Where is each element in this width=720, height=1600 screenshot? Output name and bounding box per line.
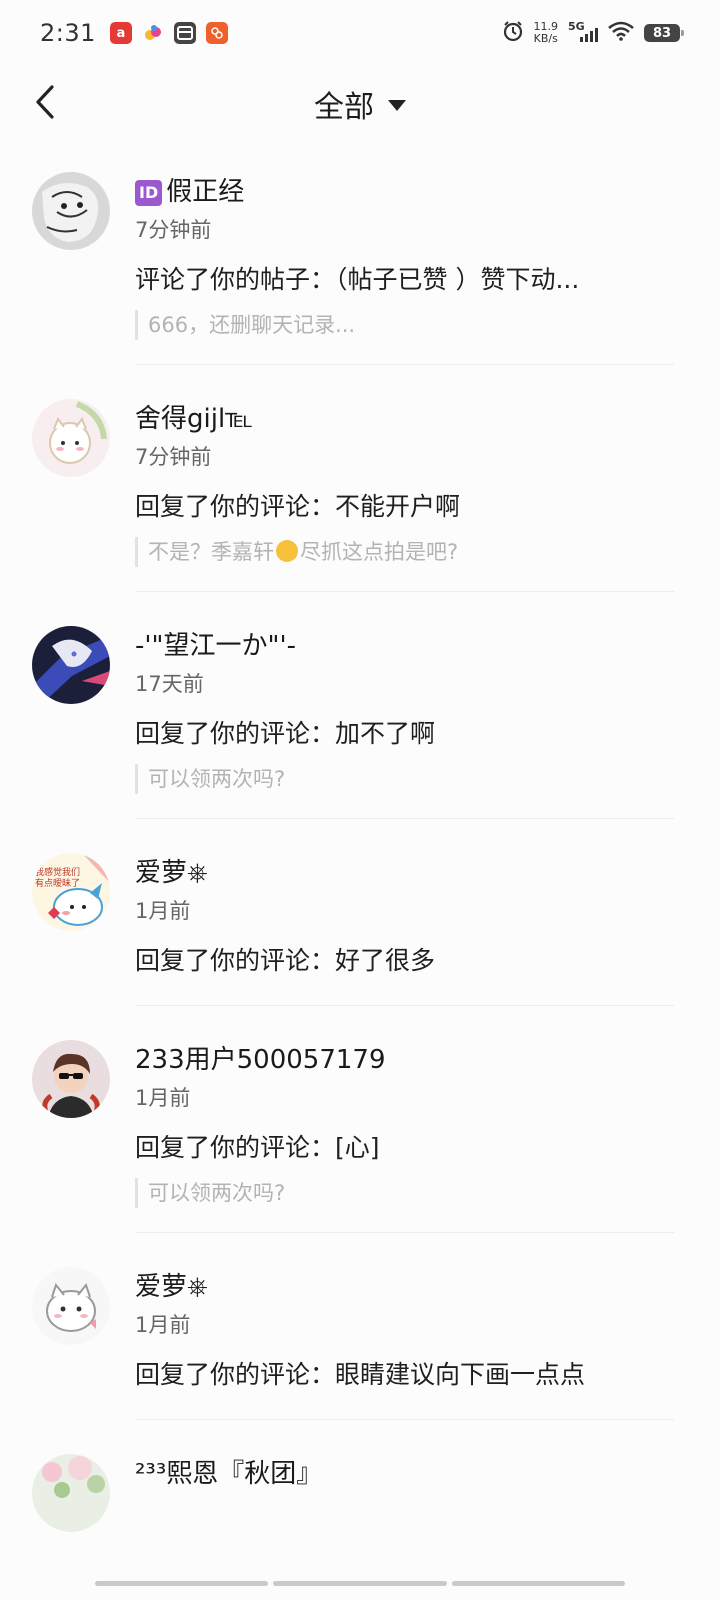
username[interactable]: 舍得gijl℡ xyxy=(135,387,674,439)
battery-indicator: 83 xyxy=(644,24,684,42)
avatar[interactable] xyxy=(32,172,110,250)
quoted-comment[interactable]: 可以领两次吗? xyxy=(135,764,674,794)
username[interactable]: 爱萝⎈ xyxy=(135,841,674,893)
avatar-text: 我感觉我们 xyxy=(35,866,80,878)
quote-text-after: 尽抓这点拍是吧? xyxy=(300,540,459,564)
caret-down-icon xyxy=(388,99,406,111)
notification-content[interactable]: 回复了你的评论：好了很多 xyxy=(135,941,674,981)
alarm-icon xyxy=(502,20,524,46)
app-card-icon xyxy=(173,22,196,44)
status-right: 11.9 KB/s 5G 83 xyxy=(502,20,684,46)
filter-dropdown[interactable]: 全部 xyxy=(0,82,720,126)
svg-text:有点暧昧了: 有点暧昧了 xyxy=(35,877,80,889)
avatar[interactable] xyxy=(32,399,110,477)
quoted-comment[interactable]: 不是？季嘉轩 尽抓这点拍是吧? xyxy=(135,537,674,567)
timestamp: 17天前 xyxy=(135,672,204,696)
net-speed: 11.9 KB/s xyxy=(534,21,559,45)
battery-level: 83 xyxy=(652,25,672,41)
status-time: 2:31 xyxy=(40,19,96,47)
notification-item[interactable]: 我感觉我们 有点暧昧了 爱萝⎈ 1月前 回复了你的评论：好了很多 xyxy=(0,841,720,1006)
username[interactable]: 233用户500057179 xyxy=(135,1028,674,1080)
notification-item[interactable]: 233用户500057179 1月前 回复了你的评论：[心] 可以领两次吗? xyxy=(0,1028,720,1233)
avatar[interactable]: 我感觉我们 有点暧昧了 xyxy=(32,853,110,931)
username[interactable]: 爱萝⎈ xyxy=(135,1255,674,1307)
upside-down-face-emoji-icon xyxy=(276,540,298,562)
app-orange-icon xyxy=(205,22,228,44)
timestamp: 7分钟前 xyxy=(135,445,212,469)
divider xyxy=(135,591,674,592)
page-title: 全部 xyxy=(314,90,374,125)
avatar[interactable] xyxy=(32,1454,110,1532)
avatar[interactable] xyxy=(32,1267,110,1345)
username-text: 假正经 xyxy=(166,177,245,207)
divider xyxy=(135,818,674,819)
avatar[interactable] xyxy=(32,626,110,704)
scroll-indicator xyxy=(95,1581,625,1586)
net-speed-unit: KB/s xyxy=(533,32,558,45)
notification-list: ID 假正经 7分钟前 评论了你的帖子：（帖子已赞 ）赞下动... 666，还删聊… xyxy=(0,160,720,1532)
notification-item[interactable]: -'"望江一か"'- 17天前 回复了你的评论：加不了啊 可以领两次吗? xyxy=(0,614,720,819)
app-balloon-icon xyxy=(142,22,164,44)
notification-content[interactable]: 回复了你的评论：眼睛建议向下画一点点 xyxy=(135,1355,674,1395)
divider xyxy=(135,1419,674,1420)
timestamp: 1月前 xyxy=(135,899,191,923)
quoted-comment[interactable]: 666，还删聊天记录... xyxy=(135,310,674,340)
nav-bar: 全部 xyxy=(0,66,720,142)
notification-content[interactable]: 回复了你的评论：不能开户啊 xyxy=(135,487,674,527)
id-badge-icon: ID xyxy=(135,179,163,206)
notification-content[interactable]: 回复了你的评论：[心] xyxy=(135,1128,674,1168)
timestamp: 1月前 xyxy=(135,1086,191,1110)
app-a-icon: a xyxy=(109,22,132,44)
timestamp: 7分钟前 xyxy=(135,218,212,242)
wifi-icon xyxy=(608,21,634,45)
notification-item[interactable]: 爱萝⎈ 1月前 回复了你的评论：眼睛建议向下画一点点 xyxy=(0,1255,720,1420)
notification-content[interactable]: 评论了你的帖子：（帖子已赞 ）赞下动... xyxy=(135,260,674,300)
timestamp: 1月前 xyxy=(135,1313,191,1337)
avatar[interactable] xyxy=(32,1040,110,1118)
notification-content[interactable]: 回复了你的评论：加不了啊 xyxy=(135,714,674,754)
username[interactable]: -'"望江一か"'- xyxy=(135,614,674,666)
notification-item[interactable]: ²³³熙恩『秋团』 xyxy=(0,1442,720,1532)
cellular-signal-icon: 5G xyxy=(568,20,598,44)
username[interactable]: ²³³熙恩『秋团』 xyxy=(135,1442,674,1494)
divider xyxy=(135,1232,674,1233)
divider xyxy=(135,1005,674,1006)
status-bar: 2:31 a 11.9 KB/s 5G 83 xyxy=(0,0,720,66)
username[interactable]: ID 假正经 xyxy=(135,160,674,212)
quoted-comment[interactable]: 可以领两次吗? xyxy=(135,1178,674,1208)
divider xyxy=(135,364,674,365)
notification-item[interactable]: ID 假正经 7分钟前 评论了你的帖子：（帖子已赞 ）赞下动... 666，还删聊… xyxy=(0,160,720,365)
quote-text-before: 不是？季嘉轩 xyxy=(148,540,274,564)
notification-item[interactable]: 舍得gijl℡ 7分钟前 回复了你的评论：不能开户啊 不是？季嘉轩 尽抓这点拍是吧… xyxy=(0,387,720,592)
